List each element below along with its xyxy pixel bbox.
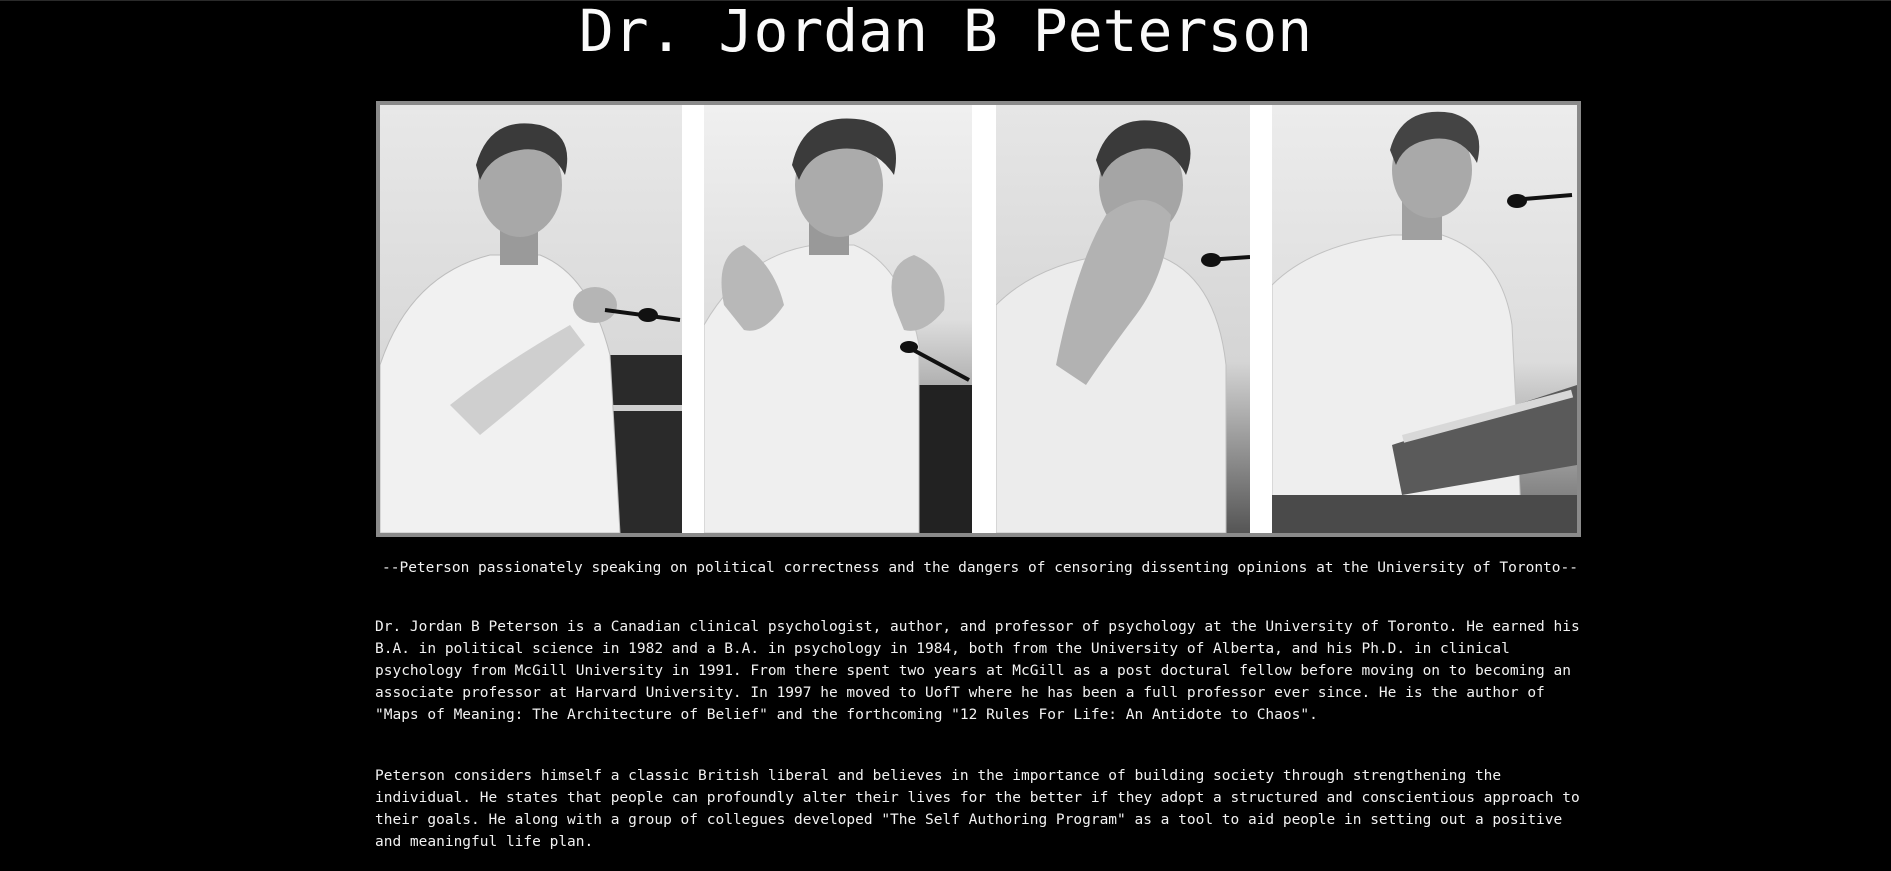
photo-collage xyxy=(376,101,1581,537)
bio-paragraph-1: Dr. Jordan B Peterson is a Canadian clin… xyxy=(375,619,1580,723)
portrait-photo-4 xyxy=(1272,105,1577,533)
portrait-photo-2 xyxy=(704,105,972,533)
photo-gap xyxy=(972,105,996,533)
photo-gap xyxy=(1250,105,1272,533)
portrait-photo-1 xyxy=(380,105,682,533)
page-title: Dr. Jordan B Peterson xyxy=(578,0,1313,65)
photo-gap xyxy=(682,105,704,533)
photo-caption: --Peterson passionately speaking on poli… xyxy=(382,560,1578,576)
portrait-photo-3 xyxy=(996,105,1250,533)
bio-paragraph-2: Peterson considers himself a classic Bri… xyxy=(375,768,1580,850)
